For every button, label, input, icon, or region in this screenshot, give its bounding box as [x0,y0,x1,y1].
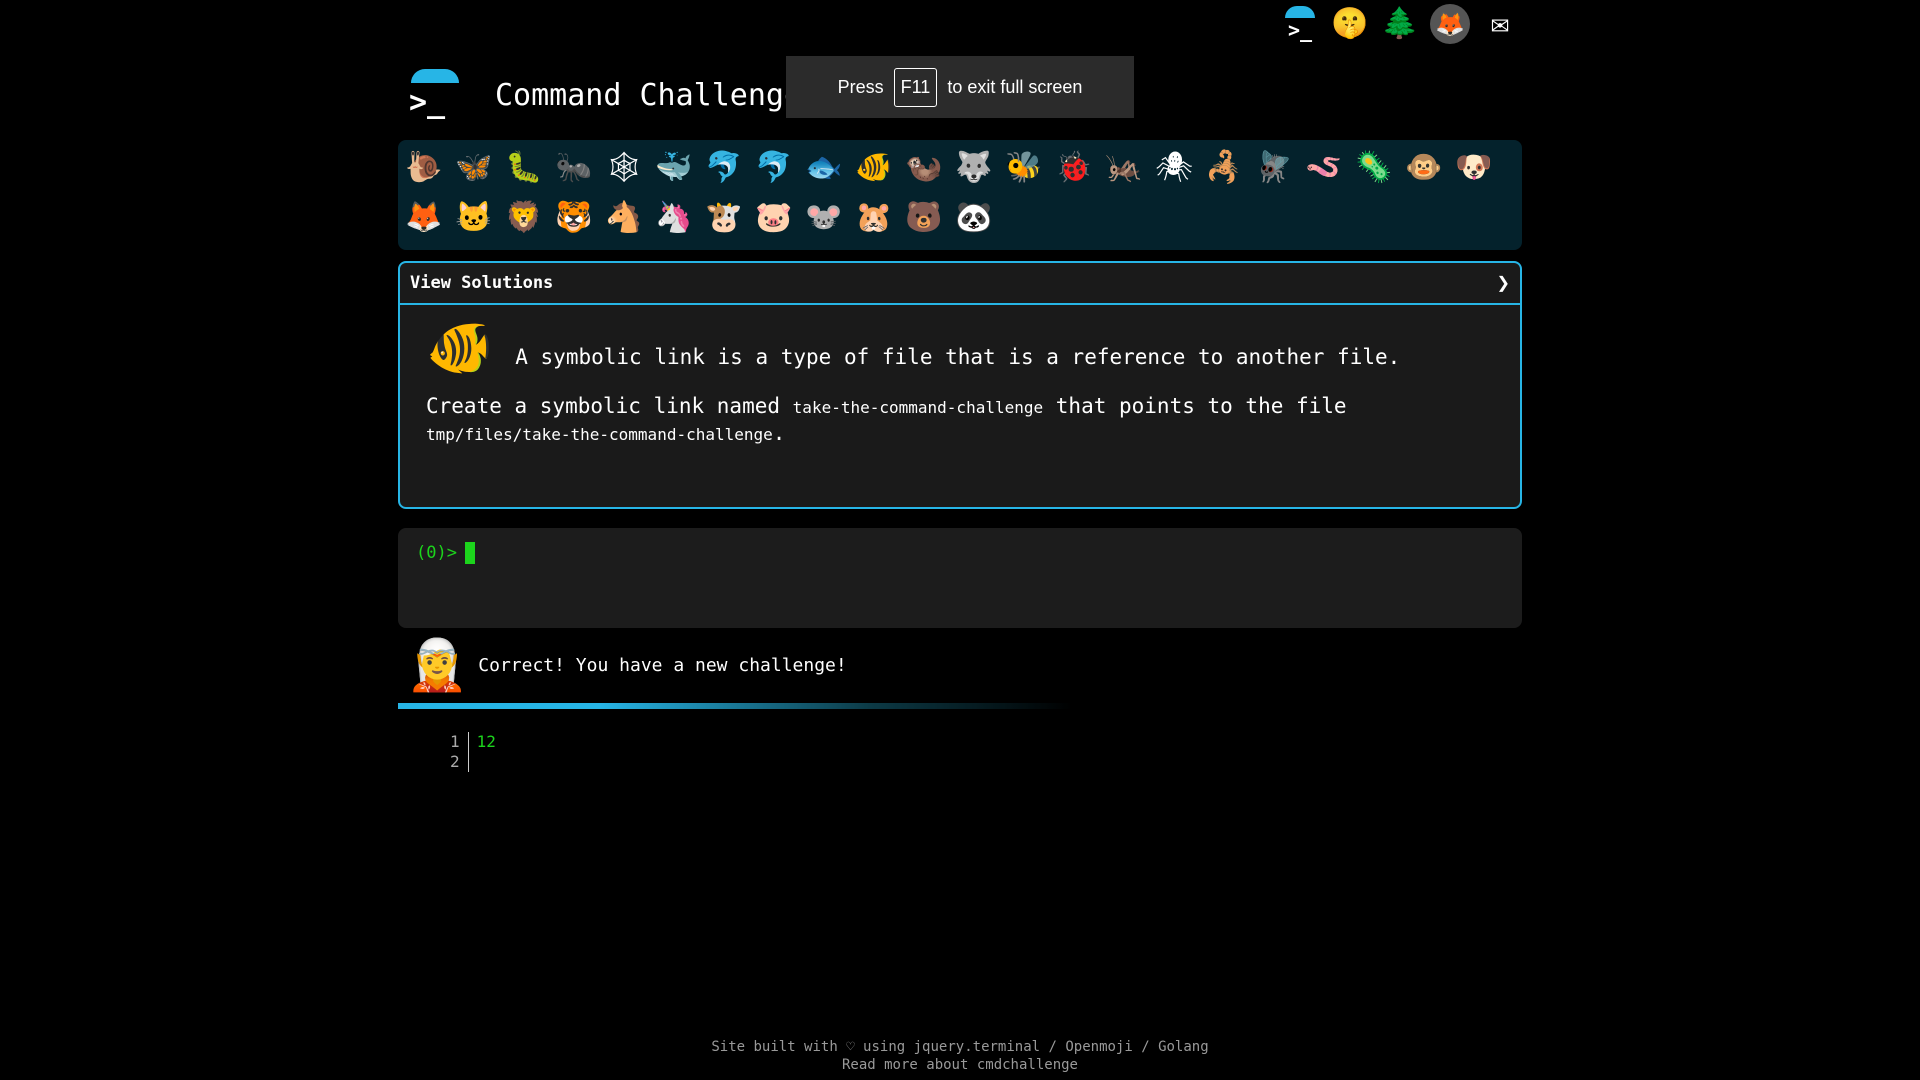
animal-challenge-icon[interactable]: 🐵 [1404,146,1444,190]
challenge-animal-bar: 🐌 🦋 🐛 🐜 🕸 🐳 🐬 🐬 🐟 🐠 🦦 🐺 🐝 🐞 🦗 🕷 🦂 🪰 🪱 🦠 🐵 🐶 🦊 🐱 🦁 🐯 🐴 🦄 🐮 🐷 🐭 🐹 🐻 🐼 [398,140,1522,250]
animal-challenge-icon[interactable]: 🐭 [804,196,844,240]
terminal-prompt: (0)> [416,543,457,563]
top-icon-bar: >_ 🤫 🌲 🦊 ✉ [1280,4,1520,44]
animal-challenge-icon[interactable]: 🐻 [904,196,944,240]
line-number: 1 [450,732,460,751]
feedback-text: Correct! You have a new challenge! [478,654,847,676]
animal-challenge-icon[interactable]: 🪱 [1304,146,1344,190]
tree-icon[interactable]: 🌲 [1380,4,1420,44]
animal-challenge-icon[interactable]: 🐼 [954,196,994,240]
animal-challenge-icon[interactable]: 🦄 [654,196,694,240]
view-solutions-label: View Solutions [410,273,554,293]
toast-press-text: Press [837,76,884,97]
animal-challenge-icon[interactable]: 🐝 [1004,146,1044,190]
animal-challenge-icon[interactable]: 🦦 [904,146,944,190]
page-title: Command Challenge [495,77,803,113]
toast-rest-text: to exit full screen [947,76,1083,97]
animal-challenge-icon[interactable]: 🐌 [404,146,444,190]
animal-challenge-icon[interactable]: 🐬 [704,146,744,190]
line-values: 12 [469,732,496,772]
animal-challenge-icon[interactable]: 🐱 [454,196,494,240]
line-numbers: 12 [450,732,469,772]
animal-challenge-icon[interactable]: 🐟 [804,146,844,190]
animal-challenge-icon[interactable]: 🐴 [604,196,644,240]
line-number: 2 [450,752,460,771]
animal-challenge-icon[interactable]: 🦗 [1104,146,1144,190]
animal-challenge-icon[interactable]: 🐞 [1054,146,1094,190]
animal-challenge-icon[interactable]: 🪰 [1254,146,1294,190]
animal-challenge-icon[interactable]: 🦁 [504,196,544,240]
animal-challenge-icon[interactable]: 🐶 [1454,146,1494,190]
target-path: tmp/files/take-the-command-challenge [426,425,773,445]
animal-challenge-icon[interactable]: 🐷 [754,196,794,240]
animal-challenge-icon[interactable]: 🐹 [854,196,894,240]
fullscreen-toast: Press F11 to exit full screen [786,56,1134,118]
shushing-face-icon[interactable]: 🤫 [1330,4,1370,44]
feedback-message: 🧝 Correct! You have a new challenge! [406,640,847,690]
output-lines: 12 12 [450,732,496,772]
animal-challenge-icon[interactable]: 🐮 [704,196,744,240]
animal-challenge-icon[interactable]: 🐺 [954,146,994,190]
animal-challenge-icon[interactable]: 🦠 [1354,146,1394,190]
footer: Site built with ♡ using jquery.terminal … [0,1038,1920,1074]
challenge-panel: View Solutions ❯ 🐠 A symbolic link is a … [398,261,1522,509]
link-name: take-the-command-challenge [792,398,1044,417]
page-header: >_ Command Challenge [405,60,802,130]
toast-key: F11 [893,67,938,107]
animal-challenge-icon[interactable]: 🦊 [404,196,444,240]
animal-challenge-icon[interactable]: 🐯 [554,196,594,240]
challenge-description: A symbolic link is a type of file that i… [515,345,1401,369]
terminal-input[interactable]: (0)> [398,528,1522,628]
terminal-logo-icon[interactable]: >_ [1280,4,1320,44]
animal-challenge-icon[interactable]: 🦋 [454,146,494,190]
tropical-fish-icon: 🐠 [426,316,494,379]
elf-avatar-icon: 🧝 [406,636,469,694]
terminal-cursor [464,542,475,564]
animal-challenge-icon[interactable]: 🐳 [654,146,694,190]
challenge-task: Create a symbolic link named take-the-co… [426,394,1347,446]
chevron-right-icon[interactable]: ❯ [1497,271,1510,296]
envelope-icon[interactable]: ✉ [1480,4,1520,44]
terminal-logo-icon[interactable]: >_ [405,65,465,125]
animal-challenge-icon[interactable]: 🦂 [1204,146,1244,190]
animal-challenge-icon[interactable]: 🕸 [604,146,644,190]
footer-credits: Site built with ♡ using jquery.terminal … [711,1039,1209,1055]
footer-about-link[interactable]: Read more about cmdchallenge [0,1056,1920,1074]
animal-challenge-icon[interactable]: 🐠 [854,146,894,190]
animal-challenge-icon[interactable]: 🐛 [504,146,544,190]
gitlab-fox-icon[interactable]: 🦊 [1430,4,1470,44]
line-value: 12 [476,732,496,751]
animal-challenge-icon[interactable]: 🐜 [554,146,594,190]
progress-bar [398,703,1522,709]
line-value [477,752,496,772]
animal-challenge-icon[interactable]: 🕷 [1154,146,1194,190]
animal-challenge-icon[interactable]: 🐬 [754,146,794,190]
progress-fill [398,703,1073,709]
view-solutions-header[interactable]: View Solutions ❯ [400,263,1520,305]
